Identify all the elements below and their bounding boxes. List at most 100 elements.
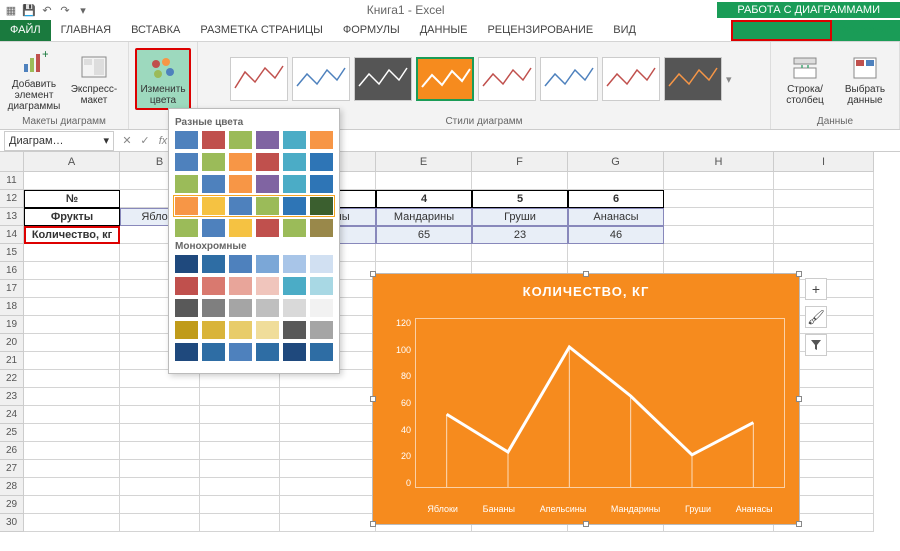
chart-style-1[interactable] — [230, 57, 288, 101]
color-swatch[interactable] — [283, 153, 306, 171]
cell-A27[interactable] — [24, 460, 120, 478]
color-swatch[interactable] — [310, 175, 333, 193]
row-header-25[interactable]: 25 — [0, 424, 24, 442]
cell-A25[interactable] — [24, 424, 120, 442]
color-swatch[interactable] — [202, 343, 225, 361]
color-swatch[interactable] — [175, 299, 198, 317]
col-header-E[interactable]: E — [376, 152, 472, 172]
switch-row-column-button[interactable]: Строка/ столбец — [777, 52, 833, 106]
color-swatch[interactable] — [202, 299, 225, 317]
tab-format[interactable]: ФОРМАТ — [832, 20, 900, 41]
cell-D29[interactable] — [280, 496, 376, 514]
cell-C26[interactable] — [200, 442, 280, 460]
cell-F13[interactable]: Груши — [472, 208, 568, 226]
redo-icon[interactable]: ↷ — [58, 3, 72, 17]
cell-C24[interactable] — [200, 406, 280, 424]
row-header-15[interactable]: 15 — [0, 244, 24, 262]
color-swatch[interactable] — [310, 255, 333, 273]
chart-style-5[interactable] — [478, 57, 536, 101]
color-swatch[interactable] — [229, 343, 252, 361]
cell-B24[interactable] — [120, 406, 200, 424]
cell-A20[interactable] — [24, 334, 120, 352]
tab-data[interactable]: ДАННЫЕ — [410, 20, 478, 41]
color-swatch[interactable] — [202, 153, 225, 171]
cell-E12[interactable]: 4 — [376, 190, 472, 208]
tab-page-layout[interactable]: РАЗМЕТКА СТРАНИЦЫ — [190, 20, 332, 41]
color-swatch[interactable] — [256, 277, 279, 295]
cell-A12[interactable]: № — [24, 190, 120, 208]
chart-style-6[interactable] — [540, 57, 598, 101]
cell-A17[interactable] — [24, 280, 120, 298]
cell-A30[interactable] — [24, 514, 120, 532]
cell-A11[interactable] — [24, 172, 120, 190]
cell-A21[interactable] — [24, 352, 120, 370]
cancel-icon[interactable]: ✕ — [118, 134, 136, 147]
cell-B23[interactable] — [120, 388, 200, 406]
color-swatch[interactable] — [256, 219, 279, 237]
cell-C27[interactable] — [200, 460, 280, 478]
color-swatch[interactable] — [175, 321, 198, 339]
color-swatch[interactable] — [256, 175, 279, 193]
enter-icon[interactable]: ✓ — [136, 134, 154, 147]
color-swatch[interactable] — [202, 131, 225, 149]
cell-C29[interactable] — [200, 496, 280, 514]
cell-A23[interactable] — [24, 388, 120, 406]
styles-more-button[interactable]: ▾ — [726, 73, 738, 86]
tab-insert[interactable]: ВСТАВКА — [121, 20, 190, 41]
cell-D23[interactable] — [280, 388, 376, 406]
cell-F11[interactable] — [472, 172, 568, 190]
name-box[interactable]: Диаграм… ▾ — [4, 131, 114, 151]
cell-C23[interactable] — [200, 388, 280, 406]
color-swatch[interactable] — [175, 277, 198, 295]
chart-plot-area[interactable] — [415, 318, 785, 488]
tab-design[interactable]: КОНСТРУКТОР — [731, 20, 832, 41]
row-header-11[interactable]: 11 — [0, 172, 24, 190]
cell-A22[interactable] — [24, 370, 120, 388]
color-swatch[interactable] — [229, 255, 252, 273]
cell-H13[interactable] — [664, 208, 774, 226]
cell-I14[interactable] — [774, 226, 874, 244]
row-header-18[interactable]: 18 — [0, 298, 24, 316]
color-swatch[interactable] — [310, 131, 333, 149]
color-swatch[interactable] — [229, 321, 252, 339]
tab-view[interactable]: ВИД — [603, 20, 646, 41]
row-header-26[interactable]: 26 — [0, 442, 24, 460]
cell-A18[interactable] — [24, 298, 120, 316]
color-scheme-row[interactable] — [175, 343, 333, 361]
color-swatch[interactable] — [310, 153, 333, 171]
color-swatch[interactable] — [229, 197, 252, 215]
color-swatch[interactable] — [175, 219, 198, 237]
cell-A29[interactable] — [24, 496, 120, 514]
color-swatch[interactable] — [229, 277, 252, 295]
color-swatch[interactable] — [229, 175, 252, 193]
color-swatch[interactable] — [175, 255, 198, 273]
chart-style-4[interactable] — [416, 57, 474, 101]
chart-filter-button[interactable] — [805, 334, 827, 356]
cell-H12[interactable] — [664, 190, 774, 208]
chart-brush-button[interactable]: 🖌 — [805, 306, 827, 328]
color-swatch[interactable] — [283, 197, 306, 215]
color-scheme-row[interactable] — [175, 277, 333, 295]
row-header-13[interactable]: 13 — [0, 208, 24, 226]
color-scheme-row[interactable] — [175, 153, 333, 171]
color-scheme-row[interactable] — [175, 219, 333, 237]
cell-B25[interactable] — [120, 424, 200, 442]
color-swatch[interactable] — [175, 197, 198, 215]
row-header-30[interactable]: 30 — [0, 514, 24, 532]
color-swatch[interactable] — [229, 219, 252, 237]
color-scheme-row[interactable] — [175, 299, 333, 317]
row-header-24[interactable]: 24 — [0, 406, 24, 424]
color-swatch[interactable] — [256, 299, 279, 317]
color-scheme-row[interactable] — [175, 255, 333, 273]
color-swatch[interactable] — [175, 343, 198, 361]
cell-C25[interactable] — [200, 424, 280, 442]
row-header-16[interactable]: 16 — [0, 262, 24, 280]
chart-style-3[interactable] — [354, 57, 412, 101]
cell-D30[interactable] — [280, 514, 376, 532]
cell-A19[interactable] — [24, 316, 120, 334]
cell-E13[interactable]: Мандарины — [376, 208, 472, 226]
chart-plus-button[interactable]: + — [805, 278, 827, 300]
color-swatch[interactable] — [229, 131, 252, 149]
cell-D28[interactable] — [280, 478, 376, 496]
cell-A16[interactable] — [24, 262, 120, 280]
